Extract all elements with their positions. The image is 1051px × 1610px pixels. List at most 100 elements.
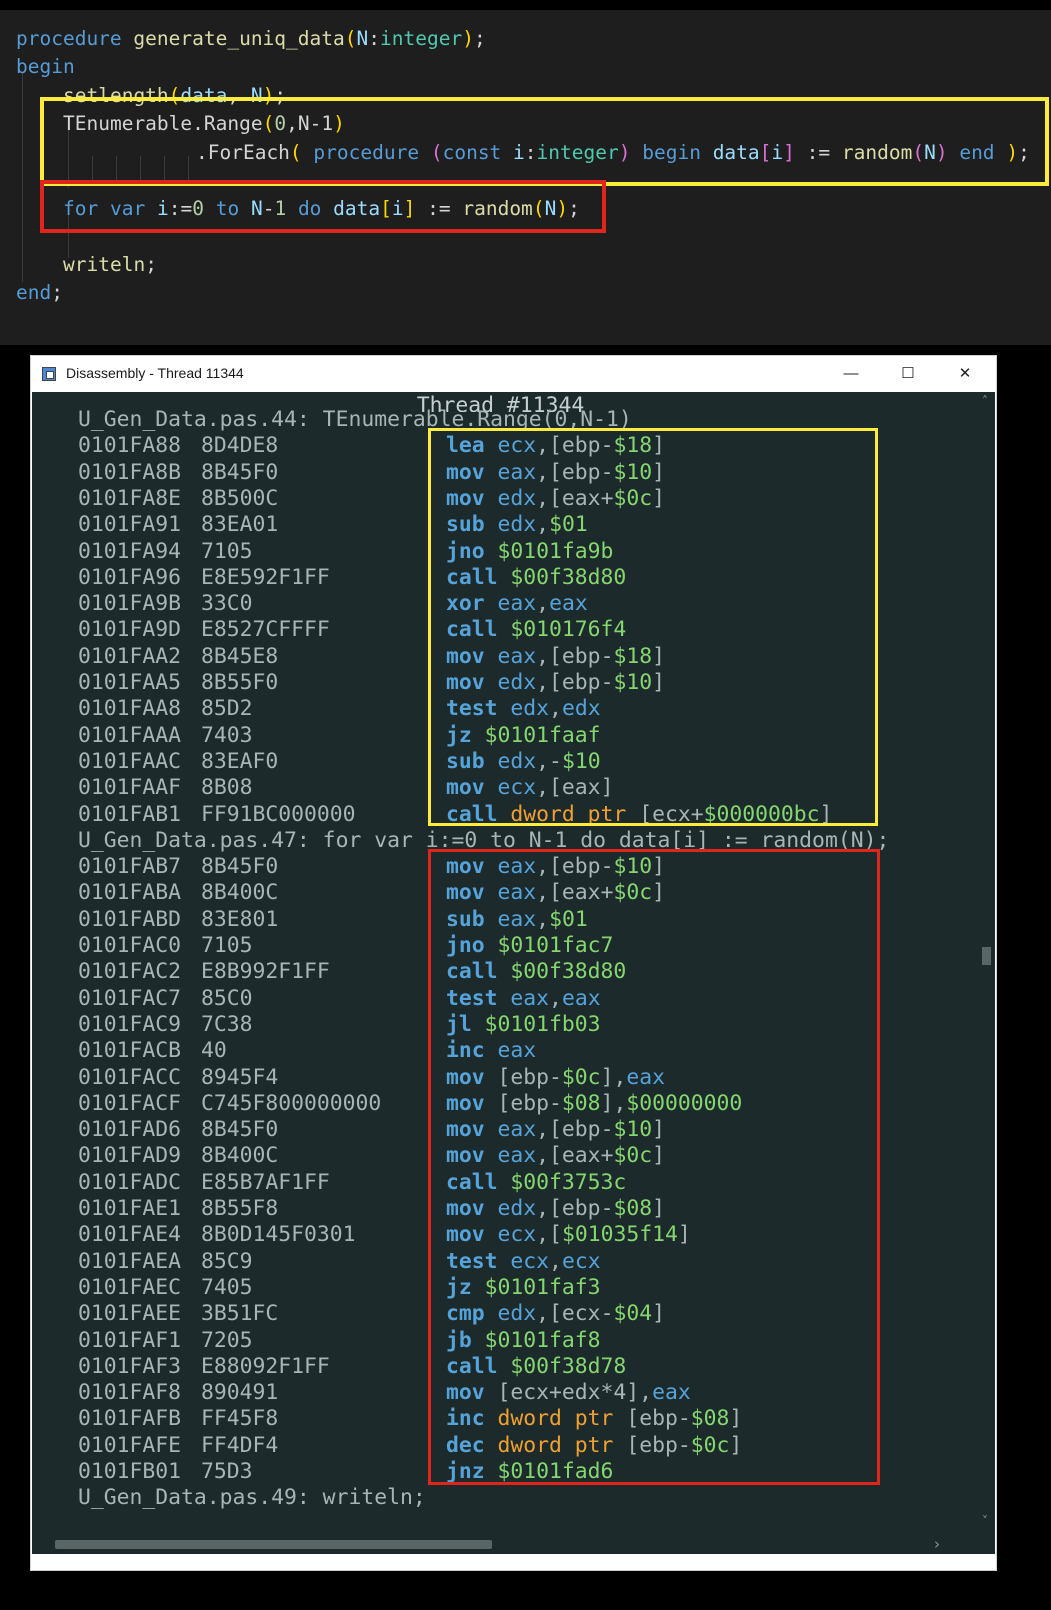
indent-guide	[22, 72, 23, 282]
code-token: N	[356, 27, 369, 50]
opcode-bytes: 85C9	[201, 1248, 253, 1274]
opcode-bytes: E8B992F1FF	[201, 959, 330, 985]
instruction-address: 0101FA91	[78, 512, 182, 538]
instruction-address: 0101FAE4	[78, 1222, 182, 1248]
code-line[interactable]: procedure generate_uniq_data(N:integer);	[16, 24, 486, 53]
opcode-bytes: FF91BC000000	[201, 801, 356, 827]
close-button[interactable]: ✕	[936, 356, 994, 392]
code-token: :	[368, 27, 380, 50]
opcode-bytes: E8527CFFFF	[201, 617, 330, 643]
code-line[interactable]: end;	[16, 278, 63, 307]
red-highlight-box	[40, 180, 606, 233]
instruction-address: 0101FA96	[78, 564, 182, 590]
instruction-address: 0101FAEE	[78, 1301, 182, 1327]
instruction-address: 0101FAAF	[78, 775, 182, 801]
instruction-address: 0101FACB	[78, 1038, 182, 1064]
opcode-bytes: 85C0	[201, 985, 253, 1011]
opcode-bytes: 8B08	[201, 775, 253, 801]
instruction-address: 0101FB01	[78, 1459, 182, 1484]
maximize-button[interactable]: ☐	[879, 356, 937, 392]
opcode-bytes: 890491	[201, 1380, 279, 1406]
instruction-address: 0101FADC	[78, 1169, 182, 1195]
instruction-address: 0101FA8B	[78, 459, 182, 485]
opcode-bytes: 40	[201, 1038, 227, 1064]
code-token: generate_uniq_data	[133, 27, 345, 50]
instruction-address: 0101FAAC	[78, 748, 182, 774]
opcode-bytes: 7205	[201, 1327, 253, 1353]
code-line[interactable]: writeln;	[63, 250, 157, 279]
instruction-address: 0101FAEC	[78, 1274, 182, 1300]
instruction-address: 0101FAC2	[78, 959, 182, 985]
instruction-address: 0101FAF1	[78, 1327, 182, 1353]
code-token: procedure	[16, 27, 122, 50]
instruction-address: 0101FA8E	[78, 485, 182, 511]
scroll-right-arrow-icon[interactable]: ›	[934, 1535, 940, 1553]
opcode-bytes: 8B45F0	[201, 854, 279, 880]
window-title: Disassembly - Thread 11344	[66, 365, 244, 381]
vertical-scrollbar[interactable]: ˄ ˅	[978, 392, 995, 1534]
opcode-bytes: 8B55F0	[201, 670, 279, 695]
opcode-bytes: E8E592F1FF	[201, 564, 330, 590]
opcode-bytes: 8945F4	[201, 1064, 279, 1090]
opcode-bytes: FF4DF4	[201, 1432, 279, 1458]
instruction-address: 0101FAB1	[78, 801, 182, 827]
code-token: )	[462, 27, 474, 50]
instruction-address: 0101FAE1	[78, 1196, 182, 1221]
opcode-bytes: 7403	[201, 722, 253, 748]
opcode-bytes: 8B45F0	[201, 459, 279, 485]
instruction-address: 0101FABA	[78, 880, 182, 906]
code-token: (	[344, 27, 357, 50]
opcode-bytes: 8B400C	[201, 880, 279, 906]
opcode-bytes: 8B45E8	[201, 643, 279, 669]
code-token: ;	[51, 281, 63, 304]
opcode-bytes: 7405	[201, 1274, 253, 1300]
opcode-bytes: E85B7AF1FF	[201, 1169, 330, 1195]
code-token: begin	[16, 55, 75, 78]
instruction-address: 0101FAEA	[78, 1248, 182, 1274]
instruction-address: 0101FA9B	[78, 591, 182, 617]
opcode-bytes: 83E801	[201, 906, 279, 932]
yellow-highlight-box	[40, 97, 1049, 186]
opcode-bytes: 3B51FC	[201, 1301, 279, 1327]
opcode-bytes: 83EA01	[201, 512, 279, 538]
opcode-bytes: E88092F1FF	[201, 1353, 330, 1379]
instruction-address: 0101FAFB	[78, 1406, 182, 1432]
horizontal-scrollbar[interactable]: ›	[32, 1534, 995, 1554]
instruction-address: 0101FAD9	[78, 1143, 182, 1169]
opcode-bytes: 8B500C	[201, 485, 279, 511]
instruction-address: 0101FA9D	[78, 617, 182, 643]
opcode-bytes: FF45F8	[201, 1406, 279, 1432]
opcode-bytes: 8B55F8	[201, 1196, 279, 1221]
vertical-scroll-thumb[interactable]	[982, 947, 991, 965]
instruction-address: 0101FAAA	[78, 722, 182, 748]
window-app-icon	[42, 367, 56, 381]
horizontal-scroll-thumb[interactable]	[55, 1540, 492, 1549]
opcode-bytes: 83EAF0	[201, 748, 279, 774]
title-bar[interactable]: Disassembly - Thread 11344 — ☐ ✕	[31, 356, 996, 392]
code-token: integer	[380, 27, 463, 50]
instruction-address: 0101FAA5	[78, 670, 182, 695]
instruction-address: 0101FAA2	[78, 643, 182, 669]
instruction-address: 0101FAA8	[78, 696, 182, 722]
opcode-bytes: 8D4DE8	[201, 433, 279, 459]
opcode-bytes: 85D2	[201, 696, 253, 722]
instruction-address: 0101FAC0	[78, 933, 182, 958]
instruction-address: 0101FAFE	[78, 1432, 182, 1458]
instruction-address: 0101FAF8	[78, 1380, 182, 1406]
scroll-down-arrow-icon[interactable]: ˅	[982, 1514, 988, 1528]
code-editor[interactable]: procedure generate_uniq_data(N:integer);…	[0, 10, 1051, 345]
scroll-up-arrow-icon[interactable]: ˄	[982, 394, 988, 408]
source-line-text: U_Gen_Data.pas.49: writeln;	[78, 1485, 426, 1511]
opcode-bytes: C745F800000000	[201, 1090, 382, 1116]
code-token: ;	[473, 27, 486, 50]
opcode-bytes: 7105	[201, 538, 253, 564]
instruction-address: 0101FAD6	[78, 1117, 182, 1143]
disassembly-view[interactable]: Thread #11344 U_Gen_Data.pas.44: TEnumer…	[32, 392, 995, 1534]
opcode-bytes: 7105	[201, 933, 253, 958]
instruction-address: 0101FACF	[78, 1090, 182, 1116]
code-line[interactable]: begin	[16, 52, 75, 81]
minimize-button[interactable]: —	[822, 356, 880, 392]
disassembly-window[interactable]: Disassembly - Thread 11344 — ☐ ✕ Thread …	[30, 355, 997, 1571]
code-token: writeln	[63, 253, 146, 276]
